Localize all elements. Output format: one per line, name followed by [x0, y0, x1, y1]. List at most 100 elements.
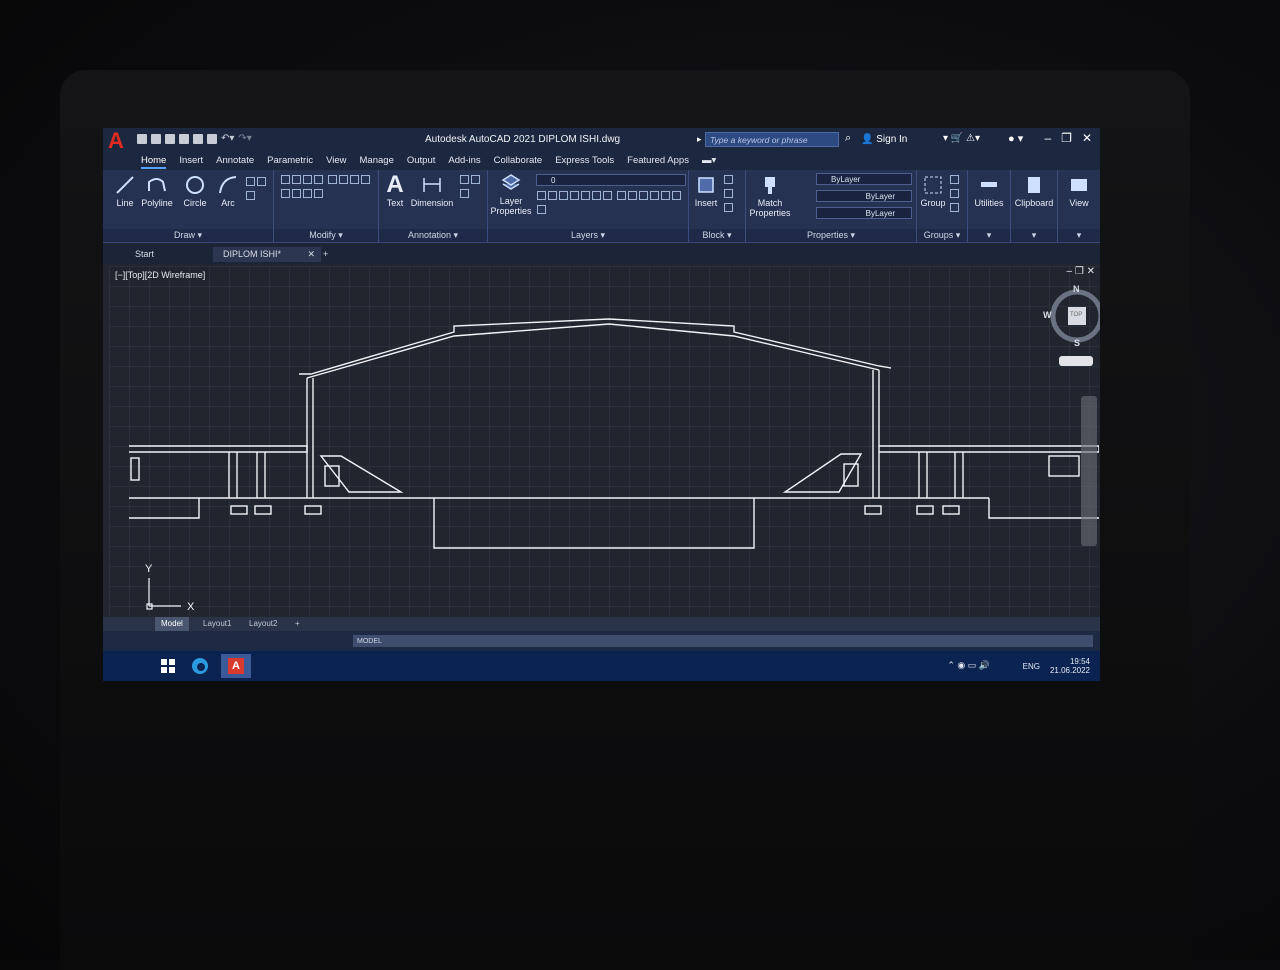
arc-icon — [219, 176, 237, 194]
add-layout-icon[interactable]: + — [289, 617, 306, 631]
pool-pit — [433, 498, 755, 549]
utilities-button[interactable]: Utilities — [970, 174, 1008, 208]
ribbon-toggle-icon[interactable]: ▬▾ — [702, 155, 716, 169]
model-space-label[interactable]: MODEL — [353, 638, 382, 645]
tab-insert[interactable]: Insert — [179, 155, 203, 169]
search-arrow-icon[interactable]: ▸ — [697, 134, 702, 145]
save-as-icon[interactable] — [179, 134, 189, 144]
arc-label: Arc — [221, 198, 235, 208]
color-dropdown[interactable]: ByLayer — [816, 173, 912, 185]
offset-icon — [314, 189, 323, 198]
draw-more-icons[interactable] — [245, 176, 267, 204]
group-button[interactable]: Group — [919, 174, 947, 208]
restore-icon[interactable]: ❐ — [1061, 131, 1072, 145]
clipboard-dropdown-icon[interactable]: ▾ — [1011, 229, 1057, 242]
groups-panel-label[interactable]: Groups ▾ — [917, 229, 967, 242]
draw-panel-label[interactable]: Draw ▾ — [103, 229, 273, 242]
tray-icons[interactable]: ⌃ ◉ ▭ 🔊 — [947, 660, 990, 671]
close-icon[interactable]: ✕ — [1082, 131, 1092, 145]
arc-button[interactable]: Arc — [213, 174, 243, 208]
viewcube[interactable]: N S E W TOP — [1043, 284, 1100, 348]
group-icon — [924, 176, 942, 194]
tab-collaborate[interactable]: Collaborate — [494, 155, 543, 169]
clipboard-button[interactable]: Clipboard — [1013, 174, 1055, 208]
tab-manage[interactable]: Manage — [360, 155, 394, 169]
match-properties-button[interactable]: Match Properties — [748, 174, 792, 218]
tab-view[interactable]: View — [326, 155, 346, 169]
layers-panel-label[interactable]: Layers ▾ — [488, 229, 688, 242]
circle-button[interactable]: Circle — [179, 174, 211, 208]
navigation-bar[interactable] — [1081, 396, 1097, 546]
search-input[interactable]: Type a keyword or phrase — [705, 132, 839, 147]
layers-panel: Layer Properties 0 Layers ▾ — [488, 170, 689, 242]
ribbon-tabs: Home Insert Annotate Parametric View Man… — [103, 152, 1100, 170]
annotation-more-icons[interactable] — [459, 174, 483, 202]
tab-annotate[interactable]: Annotate — [216, 155, 254, 169]
save-icon[interactable] — [165, 134, 175, 144]
tab-home[interactable]: Home — [141, 155, 167, 169]
line-label: Line — [116, 198, 134, 208]
edge-browser-icon[interactable] — [191, 657, 209, 675]
modify-tools-grid[interactable] — [280, 174, 374, 202]
right-window — [1048, 455, 1080, 477]
right-footing-3 — [942, 505, 960, 515]
help-icon[interactable]: ● ▾ — [1008, 132, 1023, 145]
modify-panel-label[interactable]: Modify ▾ — [274, 229, 378, 242]
viewcube-top-face[interactable]: TOP — [1070, 312, 1082, 318]
ucs-y-label: Y — [145, 563, 153, 575]
undo-icon[interactable]: ↶▾ — [221, 134, 234, 144]
view-button[interactable]: View — [1060, 174, 1098, 208]
layout1-tab[interactable]: Layout1 — [197, 617, 237, 631]
clock[interactable]: 19:54 21.06.2022 — [1050, 657, 1090, 675]
drawing-tab[interactable]: DIPLOM ISHI* ✕ — [213, 247, 321, 262]
annotation-panel-label[interactable]: Annotation ▾ — [379, 229, 487, 242]
search-icon[interactable]: ⌕ — [845, 132, 851, 145]
print-icon[interactable] — [207, 134, 217, 144]
layer-dropdown[interactable]: 0 — [536, 174, 686, 186]
layer-properties-button[interactable]: Layer Properties — [490, 172, 532, 216]
new-tab-icon[interactable]: + — [313, 247, 338, 262]
tab-featured-apps[interactable]: Featured Apps — [627, 155, 689, 169]
tab-parametric[interactable]: Parametric — [267, 155, 313, 169]
autocad-taskbar-icon[interactable]: A — [221, 654, 251, 678]
language-indicator[interactable]: ENG — [1023, 662, 1040, 671]
cart-icon[interactable]: ▾ 🛒 ⚠▾ — [943, 133, 980, 144]
tab-express-tools[interactable]: Express Tools — [555, 155, 614, 169]
view-dropdown-icon[interactable]: ▾ — [1058, 229, 1100, 242]
lineweight-dropdown[interactable]: ByLayer — [816, 207, 912, 219]
model-tab[interactable]: Model — [155, 617, 189, 631]
wcs-menu-button[interactable] — [1059, 356, 1093, 366]
utilities-dropdown-icon[interactable]: ▾ — [968, 229, 1010, 242]
text-button[interactable]: A Text — [383, 172, 407, 209]
trim-icon — [303, 175, 312, 184]
layer-tools-grid[interactable] — [536, 190, 686, 218]
view-icon — [1071, 179, 1087, 191]
linetype-dropdown[interactable]: ByLayer — [816, 190, 912, 202]
tab-add-ins[interactable]: Add-ins — [448, 155, 480, 169]
status-toggles[interactable]: MODEL — [353, 635, 1093, 647]
windows-start-icon[interactable] — [159, 657, 177, 675]
autocad-logo-icon[interactable]: A — [108, 130, 130, 152]
view-label: View — [1069, 198, 1089, 208]
block-tools[interactable] — [723, 174, 743, 216]
layout2-tab[interactable]: Layout2 — [243, 617, 283, 631]
clipboard-label: Clipboard — [1014, 198, 1054, 208]
new-icon[interactable] — [137, 134, 147, 144]
minimize-icon[interactable]: – — [1044, 131, 1051, 145]
polyline-button[interactable]: Polyline — [137, 174, 177, 208]
layer-properties-label: Layer Properties — [490, 196, 532, 216]
tab-output[interactable]: Output — [407, 155, 436, 169]
open-icon[interactable] — [151, 134, 161, 144]
redo-icon[interactable]: ↷▾ — [238, 134, 251, 144]
group-tools[interactable] — [949, 174, 965, 216]
line-button[interactable]: Line — [113, 174, 137, 208]
start-tab[interactable]: Start — [125, 247, 164, 262]
sign-in-button[interactable]: 👤 Sign In — [861, 134, 907, 145]
app-title: Autodesk AutoCAD 2021 DIPLOM ISHI.dwg — [425, 134, 621, 145]
web-mobile-icon[interactable] — [193, 134, 203, 144]
dimension-button[interactable]: Dimension — [409, 174, 455, 208]
insert-block-button[interactable]: Insert — [691, 174, 721, 208]
properties-panel-label[interactable]: Properties ▾ — [746, 229, 916, 242]
block-panel-label[interactable]: Block ▾ — [689, 229, 745, 242]
drawing-viewport[interactable]: [−][Top][2D Wireframe] – ❐ ✕ Y X N S W T… — [109, 266, 1100, 616]
